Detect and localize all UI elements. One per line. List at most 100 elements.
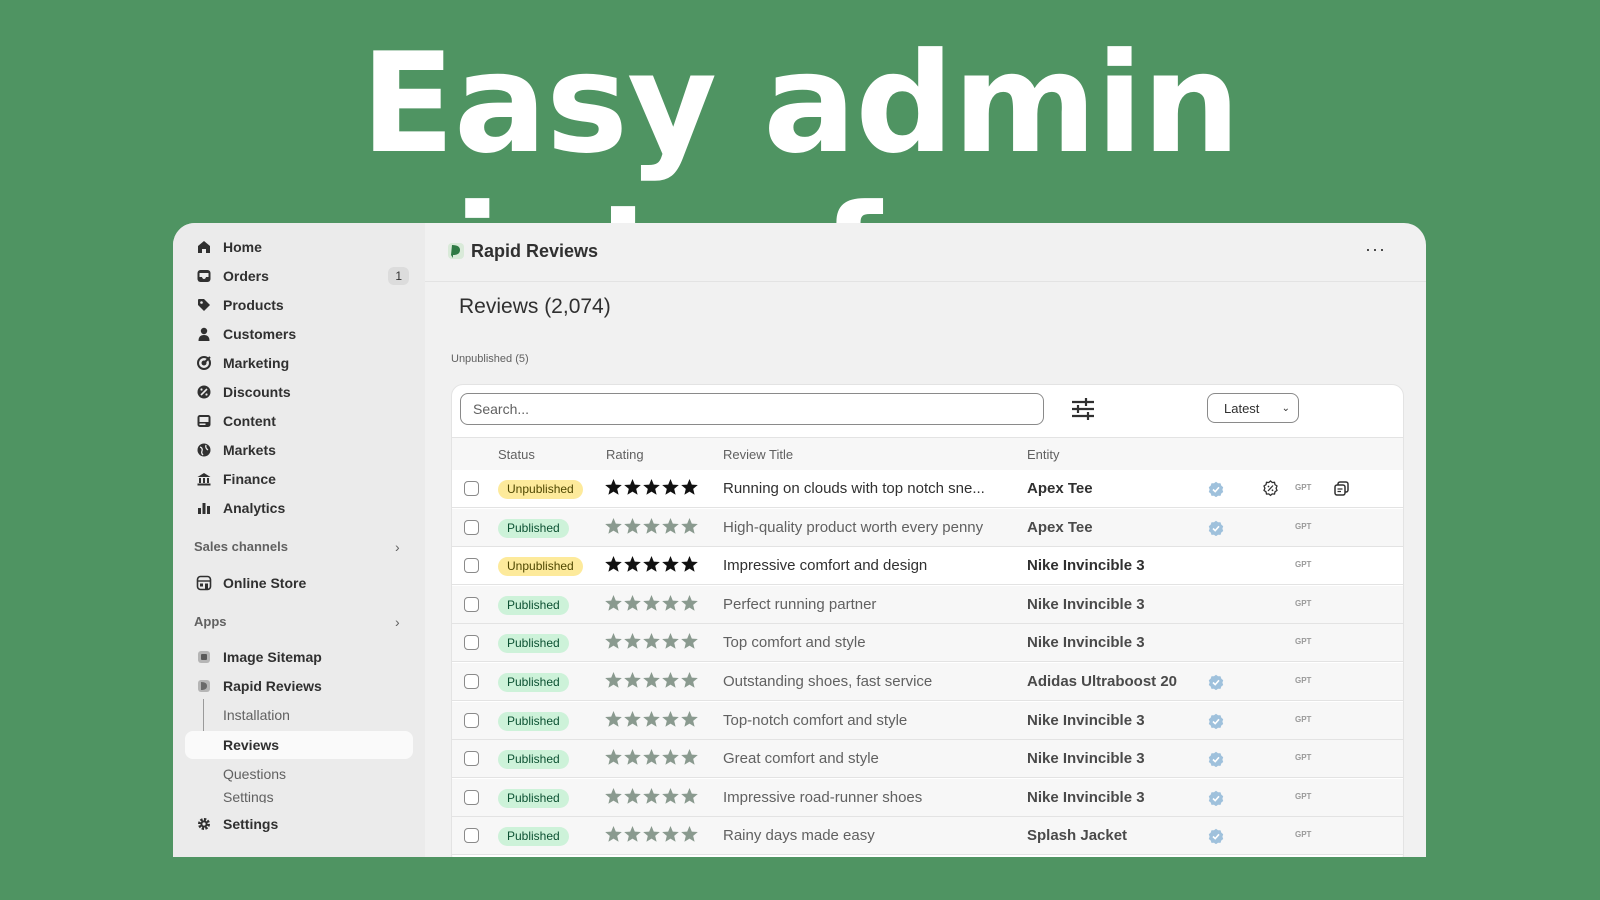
review-title[interactable]: High-quality product worth every penny — [723, 519, 983, 536]
table-row[interactable]: Published Rainy days made easy Splash Jack… — [452, 817, 1403, 856]
review-title[interactable]: Perfect running partner — [723, 596, 876, 613]
sidebar-item-online-store[interactable]: Online Store — [185, 569, 413, 597]
star-icon — [680, 632, 699, 651]
gpt-button[interactable]: GPT — [1295, 715, 1311, 724]
sidebar-item-home[interactable]: Home — [185, 233, 413, 261]
column-header-entity[interactable]: Entity — [1027, 447, 1060, 462]
table-header: Status Rating Review Title Entity — [452, 437, 1403, 471]
sidebar-item-orders[interactable]: Orders 1 — [185, 262, 413, 290]
inbox-icon — [195, 267, 213, 285]
badge-settings-icon[interactable] — [1262, 480, 1279, 497]
table-row[interactable]: Unpublished Running on clouds with top no… — [452, 470, 1403, 508]
gpt-button[interactable]: GPT — [1295, 753, 1311, 762]
verified-badge-icon — [1208, 751, 1224, 768]
table-row[interactable]: Published Great comfort and style Nike Inv… — [452, 740, 1403, 779]
sidebar-item-products[interactable]: Products — [185, 291, 413, 319]
table-row[interactable]: Published Perfect running partner Nike Inv… — [452, 585, 1403, 624]
sidebar-item-analytics[interactable]: Analytics — [185, 494, 413, 522]
search-input[interactable] — [460, 393, 1044, 425]
row-checkbox[interactable] — [464, 828, 479, 844]
sidebar-item-customers[interactable]: Customers — [185, 320, 413, 348]
star-icon — [623, 671, 642, 690]
star-icon — [661, 632, 680, 651]
row-checkbox[interactable] — [464, 519, 479, 535]
review-title[interactable]: Running on clouds with top notch sne... — [723, 480, 985, 497]
star-icon — [661, 671, 680, 690]
star-icon — [623, 825, 642, 844]
sidebar-item-content[interactable]: Content — [185, 407, 413, 435]
unpublished-filter-link[interactable]: Unpublished (5) — [451, 353, 529, 365]
sidebar-item-label: Reviews — [223, 737, 280, 753]
review-title[interactable]: Great comfort and style — [723, 750, 879, 767]
star-icon — [680, 555, 699, 574]
row-checkbox[interactable] — [464, 635, 479, 651]
app-header: Rapid Reviews ··· — [425, 223, 1426, 282]
table-row[interactable]: Published High-quality product worth ever… — [452, 508, 1403, 547]
column-header-review-title[interactable]: Review Title — [723, 447, 793, 462]
gpt-button[interactable]: GPT — [1295, 676, 1311, 685]
star-icon — [604, 825, 623, 844]
star-icon — [680, 517, 699, 536]
table-row[interactable]: Published Outstanding shoes, fast service… — [452, 663, 1403, 701]
chevron-right-icon[interactable]: › — [395, 539, 400, 555]
gpt-button[interactable]: GPT — [1295, 560, 1311, 569]
sidebar-item-marketing[interactable]: Marketing — [185, 349, 413, 377]
sidebar-item-questions[interactable]: Questions — [185, 760, 413, 788]
row-checkbox[interactable] — [464, 481, 479, 496]
sidebar-item-app-settings[interactable]: Settings — [185, 789, 413, 803]
star-icon — [680, 825, 699, 844]
gpt-button[interactable]: GPT — [1295, 483, 1311, 492]
sort-select[interactable]: Latest ⌄ — [1207, 393, 1299, 423]
sidebar-item-installation[interactable]: Installation — [185, 701, 413, 729]
star-icon — [604, 748, 623, 767]
sidebar-item-finance[interactable]: Finance — [185, 465, 413, 493]
sidebar-item-settings[interactable]: Settings — [185, 810, 413, 838]
sidebar-item-label: Settings — [223, 789, 274, 803]
table-row[interactable]: Published Top-notch comfort and style Nike… — [452, 701, 1403, 740]
reviews-card: Latest ⌄ Status Rating Review Title Enti… — [451, 384, 1404, 857]
table-row[interactable]: Published Top comfort and style Nike Invin… — [452, 624, 1403, 663]
column-header-status[interactable]: Status — [498, 447, 535, 462]
sidebar-item-markets[interactable]: Markets — [185, 436, 413, 464]
gpt-button[interactable]: GPT — [1295, 522, 1311, 531]
sidebar-item-discounts[interactable]: Discounts — [185, 378, 413, 406]
row-checkbox[interactable] — [464, 558, 479, 574]
star-icon — [604, 478, 623, 497]
table-row[interactable]: Published Impressive road-runner shoes Nik… — [452, 778, 1403, 817]
sidebar-item-label: Installation — [223, 707, 290, 723]
status-badge: Unpublished — [498, 557, 583, 577]
review-title[interactable]: Outstanding shoes, fast service — [723, 673, 932, 690]
page-title: Reviews (2,074) — [459, 295, 611, 318]
review-title[interactable]: Top comfort and style — [723, 634, 866, 651]
row-checkbox[interactable] — [464, 789, 479, 805]
star-rating — [604, 517, 699, 536]
row-checkbox[interactable] — [464, 751, 479, 767]
entity-name: Nike Invincible 3 — [1027, 557, 1145, 575]
sidebar-item-rapid-reviews[interactable]: Rapid Reviews — [185, 672, 413, 700]
chevron-right-icon[interactable]: › — [395, 614, 400, 630]
sidebar-item-image-sitemap[interactable]: Image Sitemap — [185, 643, 413, 671]
gpt-button[interactable]: GPT — [1295, 599, 1311, 608]
table-row[interactable]: Unpublished Impressive comfort and design… — [452, 547, 1403, 586]
row-checkbox[interactable] — [464, 596, 479, 612]
entity-name: Nike Invincible 3 — [1027, 595, 1145, 613]
review-title[interactable]: Rainy days made easy — [723, 827, 875, 844]
row-checkbox[interactable] — [464, 674, 479, 689]
duplicate-icon[interactable] — [1333, 480, 1350, 497]
more-actions-button[interactable]: ··· — [1365, 239, 1386, 260]
column-header-rating[interactable]: Rating — [606, 447, 644, 462]
sidebar-item-reviews[interactable]: Reviews — [185, 731, 413, 759]
review-title[interactable]: Impressive road-runner shoes — [723, 789, 922, 806]
sidebar-item-label: Marketing — [223, 355, 290, 371]
sidebar: Home Orders 1 Products Customers Marketing Dis… — [173, 223, 425, 857]
star-icon — [642, 748, 661, 767]
review-title[interactable]: Top-notch comfort and style — [723, 712, 907, 729]
star-rating — [604, 710, 699, 729]
gpt-button[interactable]: GPT — [1295, 792, 1311, 801]
gpt-button[interactable]: GPT — [1295, 637, 1311, 646]
row-checkbox[interactable] — [464, 712, 479, 728]
sidebar-item-label: Image Sitemap — [223, 649, 322, 665]
filter-sliders-icon[interactable] — [1069, 395, 1097, 423]
gpt-button[interactable]: GPT — [1295, 830, 1311, 839]
review-title[interactable]: Impressive comfort and design — [723, 557, 927, 574]
